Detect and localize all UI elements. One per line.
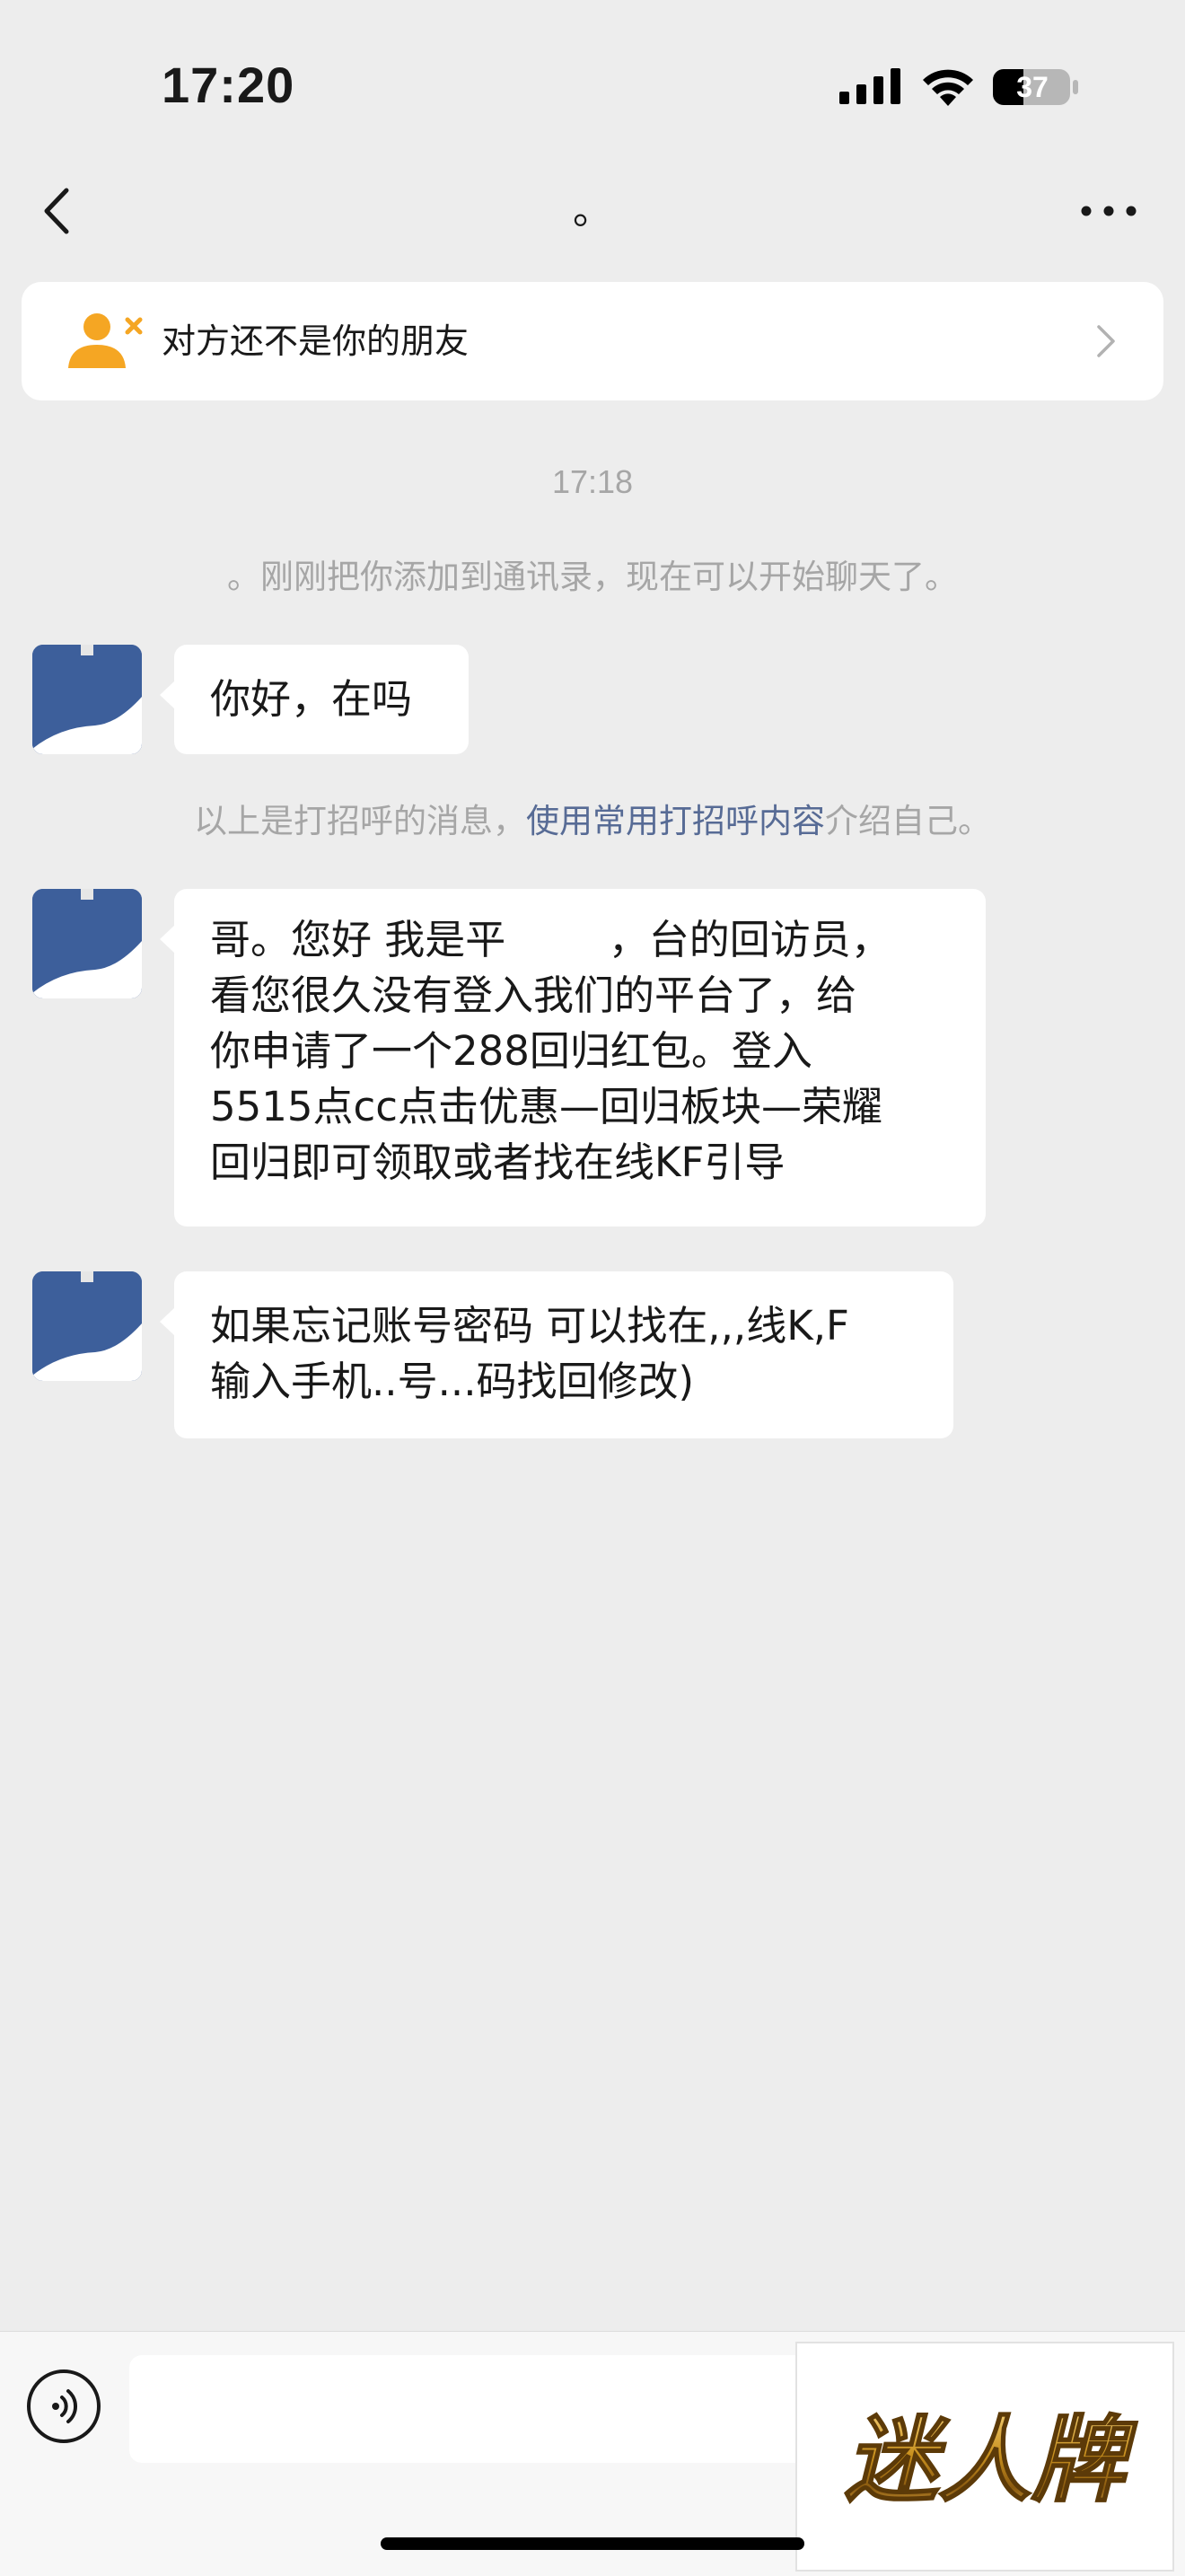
hint-prefix: 以上是打招呼的消息，: [194, 802, 526, 840]
chat-timestamp: 17:18: [551, 463, 634, 500]
system-message: 。刚刚把你添加到通讯录，现在可以开始聊天了。: [227, 558, 958, 596]
wifi-icon: [923, 69, 973, 106]
avatar[interactable]: [32, 1271, 142, 1381]
status-bar: 17:20 37: [0, 0, 1185, 171]
avatar[interactable]: [32, 889, 142, 998]
message-bubble[interactable]: 你好，在吗: [160, 645, 469, 754]
home-indicator: [381, 2537, 804, 2550]
greeting-template-link[interactable]: 使用常用打招呼内容: [526, 802, 825, 840]
message-bubble[interactable]: 哥。您好 我是平 ，台的回访员， 看您很久没有登入我们的平台了，给 你申请了一个…: [160, 889, 986, 1226]
voice-button[interactable]: [27, 2369, 101, 2443]
add-friend-icon: [68, 313, 143, 368]
more-dots-icon[interactable]: [1077, 198, 1140, 224]
chevron-right-icon: [1097, 325, 1115, 357]
avatar[interactable]: [32, 645, 142, 754]
message-line: 你申请了一个288回归红包。登入: [210, 1027, 812, 1075]
watermark-logo: 迷人牌: [795, 2342, 1174, 2572]
message-line: 你好，在吗: [210, 675, 413, 723]
message-line: 哥。您好 我是平 ，台的回访员，: [210, 916, 891, 963]
message-bubble[interactable]: 如果忘记账号密码 可以找在,,,线K,F 输入手机..号...码找回修改): [160, 1271, 953, 1438]
message-line: 回归即可领取或者找在线KF引导: [210, 1139, 786, 1186]
greeting-hint: 以上是打招呼的消息，使用常用打招呼内容介绍自己。: [0, 794, 1185, 842]
message-line: 5515点cc点击优惠—回归板块—荣耀: [210, 1083, 883, 1130]
voice-icon: [52, 2389, 78, 2423]
message-line: 如果忘记账号密码 可以找在,,,线K,F: [210, 1302, 849, 1350]
signal-icon: [839, 68, 900, 104]
chat-title: 。: [573, 188, 612, 233]
hint-suffix: 介绍自己。: [825, 802, 991, 840]
watermark-text: 迷人牌: [845, 2405, 1138, 2515]
not-friend-banner[interactable]: 对方还不是你的朋友: [22, 282, 1163, 400]
chevron-left-icon[interactable]: [36, 180, 81, 242]
message-line: 输入手机..号...码找回修改): [210, 1358, 695, 1405]
banner-text: 对方还不是你的朋友: [162, 321, 470, 361]
battery-level: 37: [1016, 71, 1049, 103]
status-time: 17:20: [162, 57, 295, 113]
message-line: 看您很久没有登入我们的平台了，给: [210, 971, 857, 1019]
